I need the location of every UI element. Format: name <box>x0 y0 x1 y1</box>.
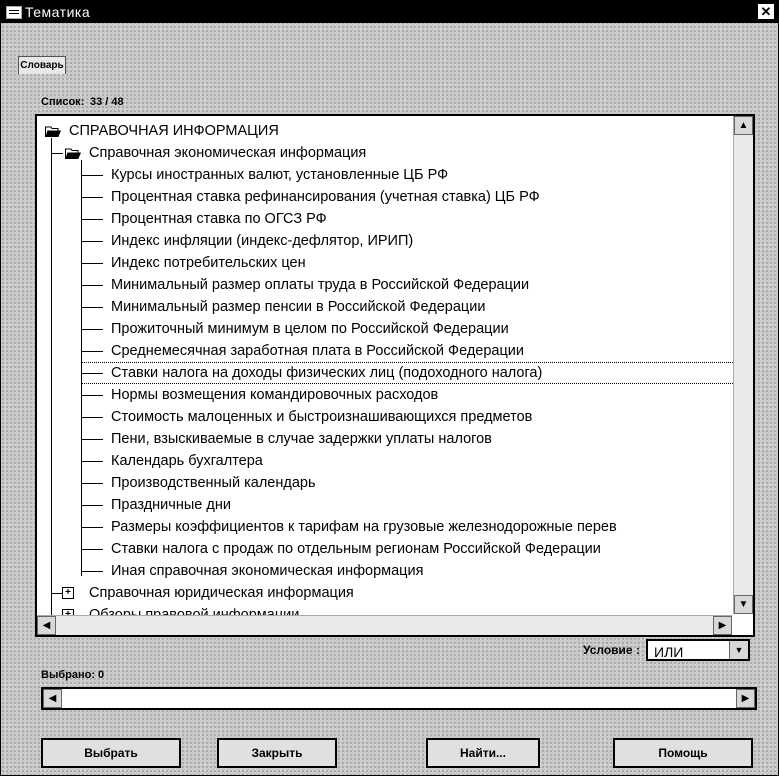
tree-item-label: Прожиточный минимум в целом по Российско… <box>111 321 509 337</box>
list-label: Список: <box>41 96 85 108</box>
tree-line-root <box>51 138 52 618</box>
tree-connector <box>81 329 103 330</box>
tree-connector <box>81 175 103 176</box>
tree-connector <box>81 483 103 484</box>
tree-item-label: Ставки налога на доходы физических лиц (… <box>111 365 543 381</box>
scroll-right-icon[interactable]: ▶ <box>713 616 732 635</box>
selected-label: Выбрано: <box>41 669 95 681</box>
tree-item-label: Минимальный размер оплаты труда в Россий… <box>111 277 530 293</box>
scroll-right-icon[interactable]: ▶ <box>736 689 755 708</box>
tree-connector <box>81 549 103 550</box>
tree-item-label: Праздничные дни <box>111 497 231 513</box>
list-count: 33 / 48 <box>90 96 124 108</box>
tree-item-label: Индекс инфляции (индекс-дефлятор, ИРИП) <box>111 233 414 249</box>
title-bar: Тематика ✕ <box>1 1 778 23</box>
tree-connector <box>81 461 103 462</box>
tree-connector <box>81 351 103 352</box>
selected-count: 0 <box>98 669 105 681</box>
tree-collapsed-label: Справочная юридическая информация <box>89 585 354 601</box>
dialog-window: Тематика ✕ Словарь Список: 33 / 48 СПРАВ… <box>0 0 779 776</box>
tree-connector <box>81 307 103 308</box>
condition-select[interactable]: ИЛИ ▼ <box>646 639 750 661</box>
tree-item[interactable]: Ставки налога на доходы физических лиц (… <box>81 362 735 384</box>
tree-item-label: Курсы иностранных валют, установленные Ц… <box>111 167 449 183</box>
tree-connector <box>81 527 103 528</box>
tree-item-label: Размеры коэффициентов к тарифам на грузо… <box>111 519 617 535</box>
tree-connector <box>81 197 103 198</box>
close-button[interactable]: Закрыть <box>217 738 337 768</box>
tree-item-label: Пени, взыскиваемые в случае задержки упл… <box>111 431 492 447</box>
tree-connector <box>81 395 103 396</box>
chevron-down-icon[interactable]: ▼ <box>729 641 748 659</box>
tree-root-label: СПРАВОЧНАЯ ИНФОРМАЦИЯ <box>69 123 279 139</box>
tree-item-label: Минимальный размер пенсии в Российской Ф… <box>111 299 486 315</box>
tab-dictionary[interactable]: Словарь <box>18 56 66 74</box>
close-icon[interactable]: ✕ <box>758 4 774 19</box>
tree-connector <box>81 285 103 286</box>
condition-label: Условие : <box>583 643 640 657</box>
tree-item-label: Производственный календарь <box>111 475 316 491</box>
scroll-left-icon[interactable]: ◀ <box>43 689 62 708</box>
scroll-up-icon[interactable]: ▲ <box>734 116 753 135</box>
scroll-down-icon[interactable]: ▼ <box>734 595 753 614</box>
tree-item-label: Стоимость малоценных и быстроизнашивающи… <box>111 409 533 425</box>
tree-connector <box>81 571 103 572</box>
tree-item-label: Календарь бухгалтера <box>111 453 263 469</box>
tree-connector <box>81 241 103 242</box>
tree-connector <box>81 505 103 506</box>
condition-value: ИЛИ <box>654 644 684 660</box>
window-icon <box>6 6 22 19</box>
window-title: Тематика <box>25 4 91 20</box>
select-button[interactable]: Выбрать <box>41 738 181 768</box>
tree-item-label: Процентная ставка по ОГСЗ РФ <box>111 211 327 227</box>
tree-group-label: Справочная экономическая информация <box>89 145 367 161</box>
help-button[interactable]: Помощь <box>613 738 753 768</box>
tree-horizontal-scrollbar[interactable]: ◀ ▶ <box>37 615 732 635</box>
tree-connector <box>81 439 103 440</box>
tree-connector <box>81 417 103 418</box>
tree-item-label: Ставки налога с продаж по отдельным реги… <box>111 541 601 557</box>
tree-item-label: Среднемесячная заработная плата в Россий… <box>111 343 524 359</box>
tree-item-label: Индекс потребительских цен <box>111 255 306 271</box>
tree-item-label: Иная справочная экономическая информация <box>111 563 424 579</box>
open-folder-icon <box>45 126 61 137</box>
tree-connector <box>81 219 103 220</box>
tree-item-label: Нормы возмещения командировочных расходо… <box>111 387 439 403</box>
selected-scrollbar[interactable]: ◀ ▶ <box>41 687 757 710</box>
tree-vertical-scrollbar[interactable]: ▲ ▼ <box>733 116 753 614</box>
open-folder-icon <box>65 148 81 159</box>
tree-connector <box>81 263 103 264</box>
tree-connector <box>81 373 103 374</box>
find-button[interactable]: Найти... <box>426 738 540 768</box>
topic-tree[interactable]: СПРАВОЧНАЯ ИНФОРМАЦИЯ Справочная экономи… <box>35 114 755 637</box>
scroll-left-icon[interactable]: ◀ <box>37 616 56 635</box>
expand-icon[interactable]: + <box>62 587 74 599</box>
tree-item-label: Процентная ставка рефинансирования (учет… <box>111 189 540 205</box>
